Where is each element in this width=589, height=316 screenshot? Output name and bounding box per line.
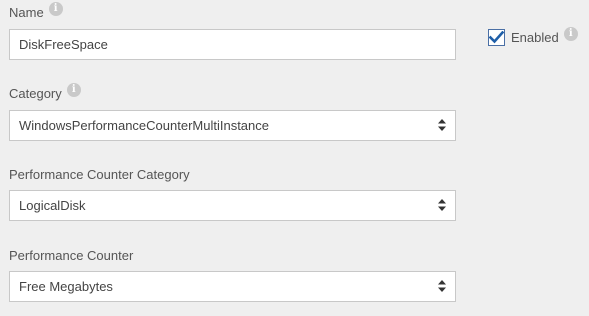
perf-counter-category-label-row: Performance Counter Category [9,167,190,182]
enabled-control[interactable]: Enabled i [488,26,578,46]
enabled-checkbox[interactable] [488,29,505,46]
category-select-value: WindowsPerformanceCounterMultiInstance [19,118,269,133]
name-label: Name [9,5,44,20]
name-info-icon[interactable]: i [48,1,63,16]
category-info-icon[interactable]: i [66,82,81,97]
perf-counter-label-row: Performance Counter [9,248,133,263]
name-input-value: DiskFreeSpace [19,37,108,52]
category-select[interactable]: WindowsPerformanceCounterMultiInstance [9,110,456,141]
perf-counter-select[interactable]: Free Megabytes [9,271,456,302]
category-label: Category [9,86,62,101]
name-label-row: Name i [9,1,63,20]
perf-counter-select-value: Free Megabytes [19,279,113,294]
check-icon [489,31,504,44]
select-arrows-icon [438,199,446,211]
enabled-info-icon[interactable]: i [563,26,578,41]
perf-counter-label: Performance Counter [9,248,134,263]
select-arrows-icon [438,280,446,292]
perf-counter-category-label: Performance Counter Category [9,167,190,182]
select-arrows-icon [438,119,446,131]
enabled-label: Enabled [511,30,559,45]
perf-counter-category-select[interactable]: LogicalDisk [9,190,456,221]
name-input[interactable]: DiskFreeSpace [9,29,456,60]
perf-counter-category-select-value: LogicalDisk [19,198,86,213]
category-label-row: Category i [9,82,81,101]
